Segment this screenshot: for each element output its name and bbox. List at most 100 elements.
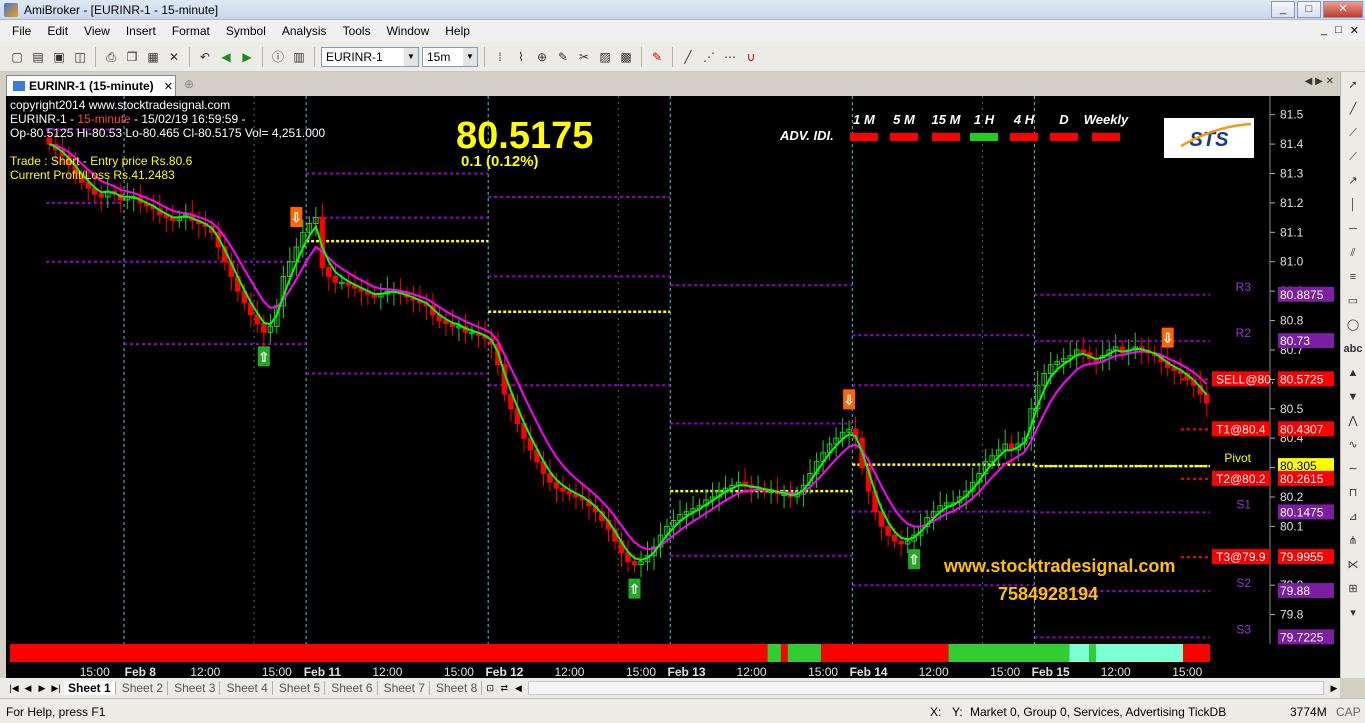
open-folder-icon[interactable]: ▤ [29, 48, 47, 66]
dotted-line-icon[interactable]: ⋰ [700, 48, 718, 66]
tab-eurinr-chart[interactable]: EURINR-1 (15-minute) ✕ [6, 75, 176, 96]
scissors-icon[interactable]: ✂ [575, 48, 593, 66]
main-toolbar: ▢ ▤ ▣ ◫ ⎙ ❐ ▦ ✕ ↶ ◀ ▶ ⓘ ▥ EURINR-1 ▼ 15m… [0, 42, 1365, 72]
doc-restore-button[interactable]: □ [1335, 24, 1342, 37]
doc-minimize-button[interactable]: _ [1321, 24, 1327, 37]
horizontal-line-icon[interactable]: ─ [1342, 218, 1364, 240]
fibonacci-icon[interactable]: ≡ [1342, 266, 1364, 288]
scroll-right-icon[interactable]: ▶ [1328, 683, 1340, 694]
trend-strip-segment [1183, 644, 1210, 662]
next-sheet-icon[interactable]: ▶ [36, 683, 48, 694]
menu-tools[interactable]: Tools [335, 24, 379, 38]
horizontal-scrollbar[interactable] [528, 681, 1324, 695]
print-icon[interactable]: ⎙ [102, 48, 120, 66]
more-tools-icon[interactable]: ▾ [1342, 602, 1364, 624]
wave-icon[interactable]: ∿ [1342, 434, 1364, 456]
regression-icon[interactable]: ⋉ [1342, 554, 1364, 576]
tab-scroll-arrows[interactable]: ◀ ▶ ✕ [1305, 76, 1334, 87]
tab-sheet-2[interactable]: Sheet 2 [118, 681, 169, 695]
menu-analysis[interactable]: Analysis [274, 24, 335, 38]
menu-help[interactable]: Help [437, 24, 478, 38]
x-tick-label: Feb 13 [668, 665, 706, 678]
up-arrow-icon[interactable]: ▲ [1342, 362, 1364, 384]
forward-icon[interactable]: ▶ [238, 48, 256, 66]
close-button[interactable]: ✕ [1323, 1, 1363, 18]
candlestick-icon[interactable]: ⌇ [512, 48, 530, 66]
link-icon[interactable]: ⇄ [498, 683, 510, 694]
trendline-icon[interactable]: ╱ [1342, 98, 1364, 120]
trend-strip-segment [821, 644, 949, 662]
menu-symbol[interactable]: Symbol [218, 24, 274, 38]
chevron-down-icon[interactable]: ▼ [463, 47, 477, 66]
new-tab-icon[interactable]: ⊕ [184, 77, 194, 91]
tab-sheet-3[interactable]: Sheet 3 [170, 681, 221, 695]
chart-pane[interactable]: 81.581.481.381.281.181.080.980.880.780.6… [6, 96, 1340, 678]
prev-sheet-icon[interactable]: ◀ [22, 683, 34, 694]
down-arrow-icon[interactable]: ▼ [1342, 386, 1364, 408]
tab-sheet-6[interactable]: Sheet 6 [327, 681, 378, 695]
menu-file[interactable]: File [4, 24, 39, 38]
drawing-icon[interactable]: ✎ [554, 48, 572, 66]
tab-sheet-5[interactable]: Sheet 5 [275, 681, 326, 695]
ellipse-icon[interactable]: ◯ [1342, 314, 1364, 336]
last-sheet-icon[interactable]: ▶| [50, 683, 62, 694]
minimize-button[interactable]: _ [1271, 1, 1295, 18]
quote-editor-icon[interactable]: ▥ [290, 48, 308, 66]
chevron-down-icon[interactable]: ▼ [404, 47, 418, 66]
tab-sheet-4[interactable]: Sheet 4 [222, 681, 273, 695]
chart-properties-icon[interactable]: ▨ [596, 48, 614, 66]
snap-icon[interactable]: ▩ [617, 48, 635, 66]
price-chart[interactable]: 81.581.481.381.281.181.080.980.880.780.6… [6, 96, 1340, 678]
candle-body [1080, 349, 1086, 354]
style-icon[interactable]: ⋯ [721, 48, 739, 66]
tab-sheet-7[interactable]: Sheet 7 [380, 681, 430, 695]
new-file-icon[interactable]: ▢ [8, 48, 26, 66]
bar-chart-icon[interactable]: ⁞ [491, 48, 509, 66]
menu-format[interactable]: Format [164, 24, 218, 38]
close-icon[interactable]: ✕ [164, 80, 173, 93]
text-icon[interactable]: abc [1342, 338, 1364, 360]
scroll-left-icon[interactable]: ◀ [512, 683, 524, 694]
tab-label: EURINR-1 (15-minute) [29, 79, 154, 93]
tab-sheet-1[interactable]: Sheet 1 [64, 681, 116, 695]
magnet-icon[interactable]: ∪ [742, 48, 760, 66]
symbol-select[interactable]: EURINR-1 ▼ [321, 46, 419, 67]
channel-icon[interactable]: ⫽ [1342, 242, 1364, 264]
extended-line-icon[interactable]: ⟋ [1342, 146, 1364, 168]
vertical-line-icon[interactable]: │ [1342, 194, 1364, 216]
menu-view[interactable]: View [76, 24, 118, 38]
menu-insert[interactable]: Insert [118, 24, 164, 38]
zoom-icon[interactable]: ⊕ [533, 48, 551, 66]
rectangle-icon[interactable]: ▭ [1342, 290, 1364, 312]
sine-icon[interactable]: ∼ [1342, 458, 1364, 480]
zigzag-icon[interactable]: ⋀ [1342, 410, 1364, 432]
doc-close-button[interactable]: ✕ [1350, 24, 1359, 37]
arrow-line-icon[interactable]: ↗ [1342, 170, 1364, 192]
timeframe-label: 4 H [1013, 112, 1035, 127]
interval-select[interactable]: 15m ▼ [422, 46, 478, 67]
copy-icon[interactable]: ❐ [123, 48, 141, 66]
andrews-icon[interactable]: ⋔ [1342, 530, 1364, 552]
maximize-button[interactable]: □ [1297, 1, 1321, 18]
info-icon[interactable]: ⓘ [269, 48, 287, 66]
pen-color-icon[interactable]: ✎ [648, 48, 666, 66]
ray-icon[interactable]: ⟋ [1342, 122, 1364, 144]
save-icon[interactable]: ▣ [50, 48, 68, 66]
back-icon[interactable]: ◀ [217, 48, 235, 66]
undo-icon[interactable]: ↶ [196, 48, 214, 66]
scale-icon[interactable]: ⊞ [1342, 578, 1364, 600]
lock-icon[interactable]: ⊡ [484, 683, 496, 694]
pointer-icon[interactable]: ➚ [1342, 74, 1364, 96]
tab-sheet-8[interactable]: Sheet 8 [432, 681, 483, 695]
gann-icon[interactable]: ⊿ [1342, 506, 1364, 528]
timeframe-indicator [890, 133, 918, 141]
delete-icon[interactable]: ✕ [165, 48, 183, 66]
save-all-icon[interactable]: ◫ [71, 48, 89, 66]
paste-icon[interactable]: ▦ [144, 48, 162, 66]
menu-edit[interactable]: Edit [39, 24, 76, 38]
line-tool-icon[interactable]: ╱ [679, 48, 697, 66]
adv-idi-label: ADV. IDI. [779, 128, 834, 143]
first-sheet-icon[interactable]: |◀ [8, 683, 20, 694]
cycle-icon[interactable]: ⊓ [1342, 482, 1364, 504]
menu-window[interactable]: Window [379, 24, 438, 38]
